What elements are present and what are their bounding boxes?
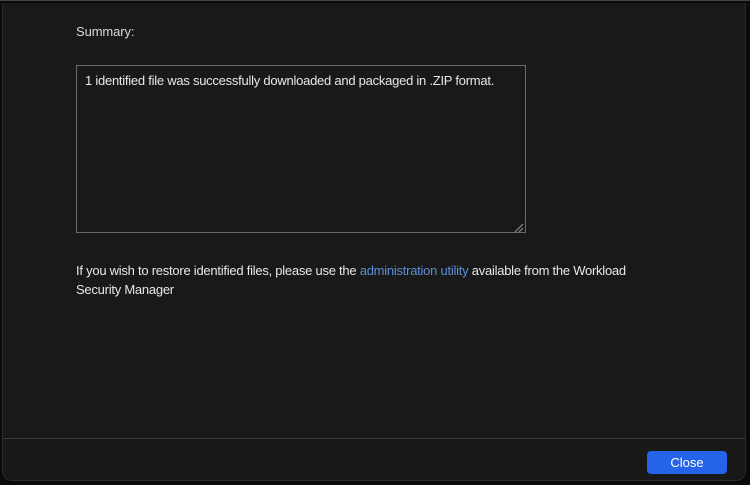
- page-background: Summary: 1 identified file was successfu…: [0, 0, 750, 485]
- close-button[interactable]: Close: [647, 451, 727, 474]
- window-top-edge: [0, 0, 750, 1]
- restore-note-text-before: If you wish to restore identified files,…: [76, 263, 360, 278]
- summary-dialog: Summary: 1 identified file was successfu…: [2, 3, 746, 481]
- restore-note-line2: Security Manager: [76, 282, 174, 297]
- dialog-footer: Close: [3, 438, 745, 480]
- restore-note: If you wish to restore identified files,…: [76, 261, 716, 299]
- administration-utility-link[interactable]: administration utility: [360, 263, 469, 278]
- summary-textarea[interactable]: 1 identified file was successfully downl…: [76, 65, 526, 233]
- restore-note-text-after: available from the Workload: [468, 263, 626, 278]
- summary-label: Summary:: [76, 24, 134, 39]
